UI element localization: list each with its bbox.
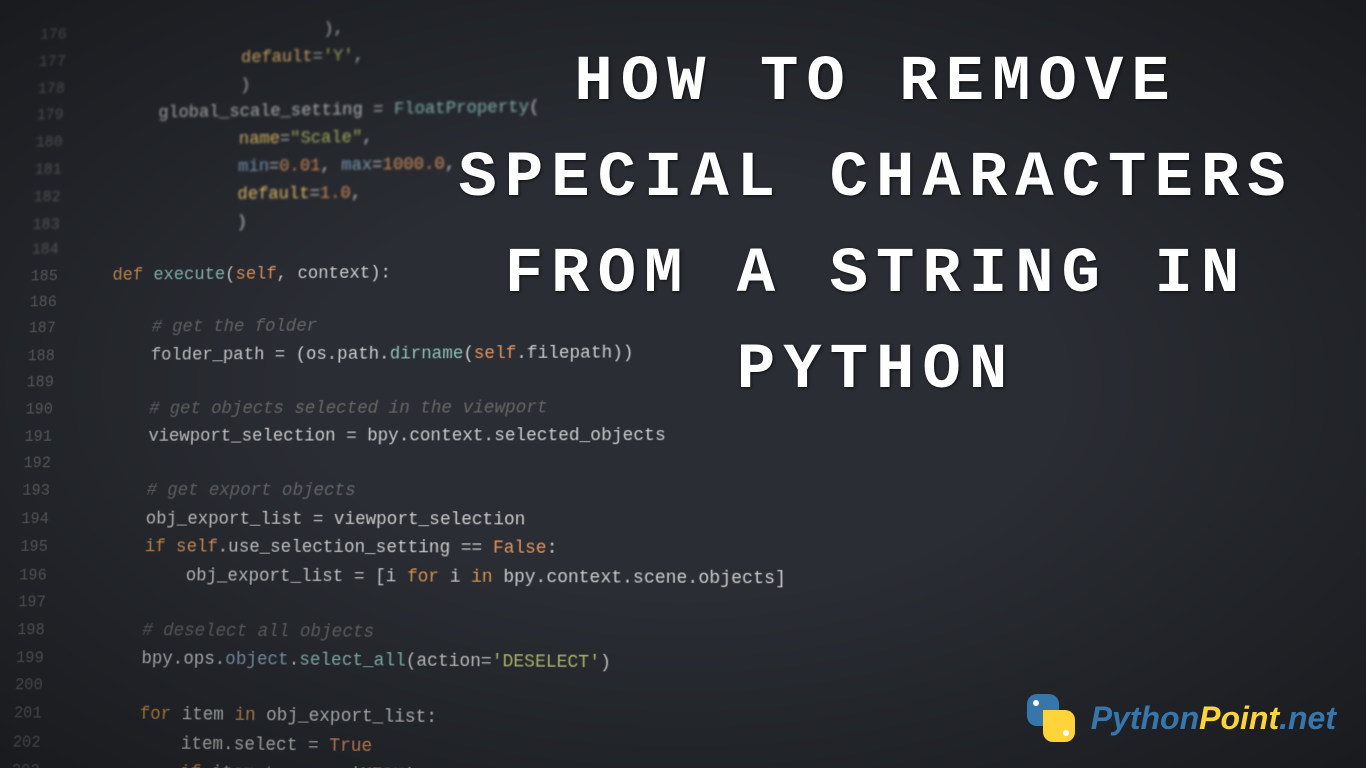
brand-part-a: Python	[1091, 700, 1199, 736]
line-number: 181	[28, 158, 76, 183]
code-content: # get the folder	[69, 313, 317, 342]
line-number: 190	[19, 397, 67, 422]
line-number: 177	[33, 50, 80, 75]
line-number: 199	[10, 646, 59, 672]
line-number: 197	[12, 590, 61, 616]
code-content: )	[78, 72, 251, 102]
line-number: 189	[20, 371, 68, 396]
line-number: 180	[30, 131, 77, 156]
code-content: # deselect all objects	[59, 616, 375, 647]
line-number: 196	[13, 564, 62, 590]
line-number: 203	[5, 759, 54, 768]
title-line-4: PYTHON	[426, 323, 1326, 419]
line-number: 183	[26, 213, 74, 238]
code-content: default=1.0,	[74, 180, 361, 211]
brand-part-c: .net	[1279, 700, 1336, 736]
code-content: def execute(self, context):	[71, 260, 391, 291]
title-line-2: SPECIAL CHARACTERS	[426, 131, 1326, 227]
title-line-1: HOW TO REMOVE	[426, 35, 1326, 131]
line-number: 179	[31, 104, 78, 129]
code-content: # get export objects	[64, 477, 356, 506]
line-number: 200	[9, 673, 58, 699]
code-content: for item in obj_export_list:	[56, 699, 438, 732]
code-content: if self.use_selection_setting == False:	[62, 533, 558, 564]
line-number: 176	[34, 23, 81, 48]
line-number: 191	[18, 426, 66, 451]
python-icon	[1021, 688, 1081, 748]
code-line: 193 # get export objects	[16, 477, 1366, 508]
code-content: bpy.ops.object.select_all(action='DESELE…	[58, 645, 611, 679]
code-content: item.select = True	[55, 728, 373, 761]
code-line: 194 obj_export_list = viewport_selection	[15, 505, 1366, 537]
line-number: 193	[16, 479, 64, 504]
line-number: 185	[24, 265, 72, 290]
brand-text: PythonPoint.net	[1091, 700, 1336, 737]
line-number: 192	[17, 452, 65, 477]
line-number: 182	[27, 185, 75, 210]
title-line-3: FROM A STRING IN	[426, 227, 1326, 323]
brand-part-b: Point	[1199, 700, 1279, 736]
line-number: 195	[14, 535, 63, 560]
line-number: 187	[22, 317, 70, 342]
code-content: name="Scale",	[76, 125, 373, 157]
line-number: 188	[21, 345, 69, 370]
code-content: viewport_selection = bpy.context.selecte…	[65, 422, 665, 451]
line-number: 194	[15, 507, 63, 532]
code-content: obj_export_list = viewport_selection	[63, 505, 526, 535]
line-number: 184	[25, 238, 73, 263]
code-content: )	[73, 209, 247, 238]
code-line: 191 viewport_selection = bpy.context.sel…	[18, 421, 1366, 452]
line-number: 202	[6, 730, 55, 756]
line-number: 201	[7, 701, 56, 727]
line-number: 178	[32, 77, 79, 102]
line-number: 198	[11, 618, 60, 644]
title-overlay: HOW TO REMOVE SPECIAL CHARACTERS FROM A …	[426, 35, 1326, 419]
brand-logo: PythonPoint.net	[1021, 688, 1336, 748]
code-content: obj_export_list = [i for i in bpy.contex…	[60, 562, 786, 595]
code-line: 192	[17, 451, 1366, 478]
line-number: 186	[23, 290, 71, 315]
